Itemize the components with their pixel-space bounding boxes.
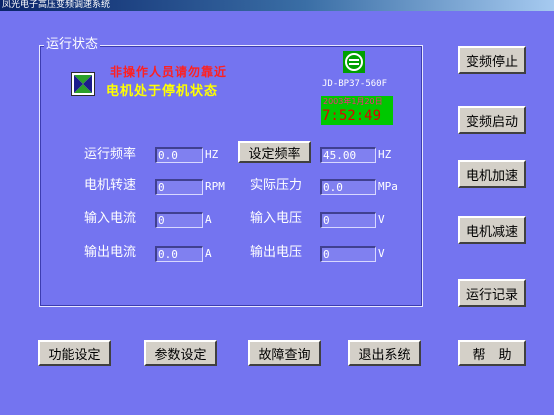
run-freq-label: 运行频率 [84, 147, 137, 162]
motor-accelerate-button[interactable]: 电机加速 [458, 160, 526, 188]
output-voltage-field: 0 [320, 246, 376, 262]
exit-system-button[interactable]: 退出系统 [348, 340, 421, 366]
actual-pressure-unit: MPa [378, 180, 398, 193]
run-freq-unit: HZ [205, 148, 219, 161]
output-current-field: 0.0 [155, 246, 203, 262]
actual-pressure-field: 0.0 [320, 179, 376, 195]
model-label: JD-BP37-560F [322, 79, 388, 89]
help-button[interactable]: 帮 助 [458, 340, 526, 366]
output-voltage-label: 输出电压 [250, 245, 303, 260]
output-voltage-unit: V [378, 247, 385, 260]
motor-speed-unit: RPM [205, 180, 225, 193]
inverter-stop-button[interactable]: 变频停止 [458, 46, 526, 74]
input-current-label: 输入电流 [84, 211, 137, 226]
stop-icon [71, 72, 95, 96]
set-freq-field[interactable]: 45.00 [320, 147, 376, 163]
motor-state-text: 电机处于停机状态 [106, 84, 219, 99]
motor-decelerate-button[interactable]: 电机减速 [458, 216, 526, 244]
run-freq-field: 0.0 [155, 147, 203, 163]
parameter-settings-button[interactable]: 参数设定 [144, 340, 217, 366]
input-current-field: 0 [155, 212, 203, 228]
inverter-start-button[interactable]: 变频启动 [458, 106, 526, 134]
output-current-label: 输出电流 [84, 245, 137, 260]
input-current-unit: A [205, 213, 212, 226]
input-voltage-label: 输入电压 [250, 211, 303, 226]
logo-icon [343, 51, 365, 73]
motor-speed-field: 0 [155, 179, 203, 195]
actual-pressure-label: 实际压力 [250, 178, 303, 193]
motor-speed-label: 电机转速 [84, 178, 137, 193]
warning-text: 非操作人员请勿靠近 [110, 65, 228, 79]
set-freq-button[interactable]: 设定频率 [238, 141, 311, 163]
run-log-button[interactable]: 运行记录 [458, 279, 526, 307]
input-voltage-unit: V [378, 213, 385, 226]
status-group-title: 运行状态 [44, 37, 101, 53]
window-title: 凤光电子高压变频调速系统 [0, 0, 554, 11]
function-settings-button[interactable]: 功能设定 [38, 340, 111, 366]
output-current-unit: A [205, 247, 212, 260]
date-display: 2003年1月20日 [321, 96, 393, 107]
input-voltage-field: 0 [320, 212, 376, 228]
clock-display: 7:52:49 [321, 107, 393, 125]
set-freq-unit: HZ [378, 148, 392, 161]
fault-query-button[interactable]: 故障查询 [248, 340, 321, 366]
